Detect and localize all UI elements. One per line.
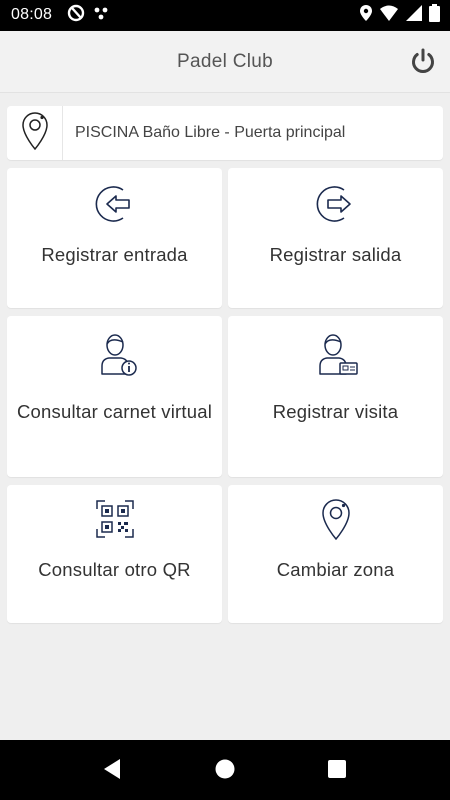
location-pin-icon xyxy=(321,499,351,546)
zone-bar[interactable]: PISCINA Baño Libre - Puerta principal xyxy=(7,106,443,160)
check-qr-button[interactable]: Consultar otro QR xyxy=(7,485,222,623)
qr-code-icon xyxy=(95,499,135,544)
recents-icon xyxy=(327,759,347,784)
recents-button[interactable] xyxy=(324,758,350,784)
virtual-card-label: Consultar carnet virtual xyxy=(16,401,213,422)
register-entry-label: Registrar entrada xyxy=(41,244,188,265)
change-zone-label: Cambiar zona xyxy=(276,559,395,580)
register-exit-label: Registrar salida xyxy=(269,244,402,265)
home-icon xyxy=(214,758,236,785)
virtual-card-button[interactable]: Consultar carnet virtual xyxy=(7,316,222,477)
check-qr-label: Consultar otro QR xyxy=(38,559,191,580)
exit-icon xyxy=(314,182,358,231)
navigation-bar xyxy=(0,740,450,800)
register-visit-label: Registrar visita xyxy=(272,401,399,422)
back-button[interactable] xyxy=(99,758,125,784)
back-icon xyxy=(102,758,122,785)
battery-icon xyxy=(429,3,440,27)
user-info-icon xyxy=(91,330,139,383)
register-exit-button[interactable]: Registrar salida xyxy=(228,168,443,308)
app-title: Padel Club xyxy=(177,51,273,72)
register-entry-button[interactable]: Registrar entrada xyxy=(7,168,222,308)
zone-label: PISCINA Baño Libre - Puerta principal xyxy=(75,124,346,141)
dots-icon xyxy=(93,4,111,27)
signal-icon xyxy=(405,4,423,27)
home-button[interactable] xyxy=(212,758,238,784)
user-card-icon xyxy=(312,330,360,383)
wifi-icon xyxy=(379,4,399,27)
change-zone-button[interactable]: Cambiar zona xyxy=(228,485,443,623)
power-icon xyxy=(409,47,437,80)
register-visit-button[interactable]: Registrar visita xyxy=(228,316,443,477)
app-bar: Padel Club xyxy=(0,31,450,93)
location-pin-icon xyxy=(21,111,49,156)
enter-icon xyxy=(93,182,137,231)
data-saver-icon xyxy=(66,3,86,28)
location-icon xyxy=(359,4,373,27)
power-button[interactable] xyxy=(406,46,440,80)
status-bar: 08:08 xyxy=(0,0,450,31)
status-time: 08:08 xyxy=(11,6,53,23)
